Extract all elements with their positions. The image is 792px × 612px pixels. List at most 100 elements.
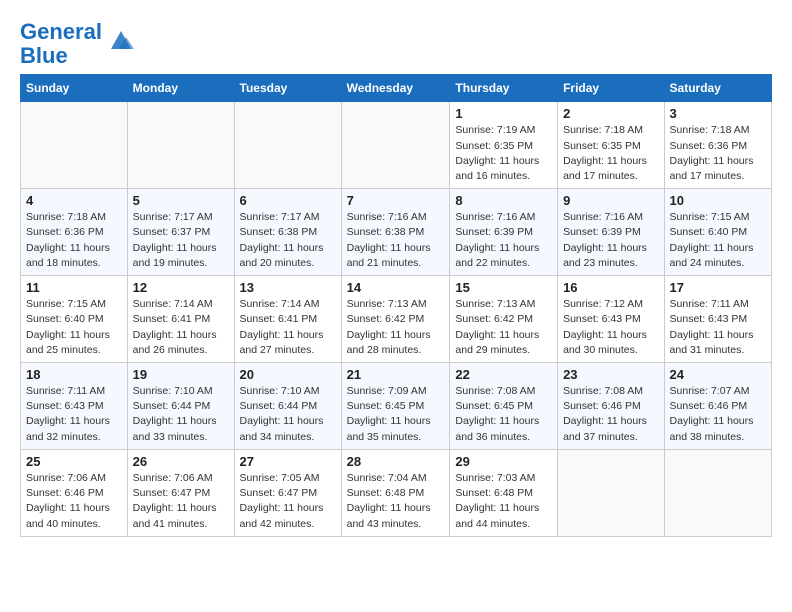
day-info: Sunrise: 7:12 AM Sunset: 6:43 PM Dayligh… bbox=[563, 297, 658, 358]
calendar-cell: 18Sunrise: 7:11 AM Sunset: 6:43 PM Dayli… bbox=[21, 363, 128, 450]
day-number: 28 bbox=[347, 454, 445, 469]
day-number: 1 bbox=[455, 106, 552, 121]
calendar-cell: 29 Sunrise: 7:03 AM Sunset: 6:48 PM Dayli… bbox=[450, 449, 558, 536]
calendar-cell: 27Sunrise: 7:05 AM Sunset: 6:47 PM Dayli… bbox=[234, 449, 341, 536]
calendar-cell bbox=[127, 102, 234, 189]
day-number: 12 bbox=[133, 280, 229, 295]
calendar-table: SundayMondayTuesdayWednesdayThursdayFrid… bbox=[20, 74, 772, 536]
calendar-week-row: 1 Sunrise: 7:19 AM Sunset: 6:35 PM Daylig… bbox=[21, 102, 772, 189]
day-of-week-header: Saturday bbox=[664, 75, 771, 102]
day-info: Sunrise: 7:06 AM Sunset: 6:46 PM Dayligh… bbox=[26, 471, 122, 532]
day-info: Sunrise: 7:09 AM Sunset: 6:45 PM Dayligh… bbox=[347, 384, 445, 445]
calendar-cell: 26Sunrise: 7:06 AM Sunset: 6:47 PM Dayli… bbox=[127, 449, 234, 536]
day-info: Sunrise: 7:11 AM Sunset: 6:43 PM Dayligh… bbox=[670, 297, 766, 358]
logo: General Blue bbox=[20, 20, 136, 68]
day-info: Sunrise: 7:18 AM Sunset: 6:36 PM Dayligh… bbox=[670, 123, 766, 184]
calendar-cell bbox=[234, 102, 341, 189]
day-of-week-header: Tuesday bbox=[234, 75, 341, 102]
day-info: Sunrise: 7:15 AM Sunset: 6:40 PM Dayligh… bbox=[670, 210, 766, 271]
day-of-week-header: Monday bbox=[127, 75, 234, 102]
calendar-cell: 19 Sunrise: 7:10 AM Sunset: 6:44 PM Dayli… bbox=[127, 363, 234, 450]
logo-icon bbox=[106, 27, 136, 53]
calendar-cell: 17 Sunrise: 7:11 AM Sunset: 6:43 PM Dayli… bbox=[664, 276, 771, 363]
day-info: Sunrise: 7:16 AM Sunset: 6:39 PM Dayligh… bbox=[455, 210, 552, 271]
day-info: Sunrise: 7:15 AM Sunset: 6:40 PM Dayligh… bbox=[26, 297, 122, 358]
day-info: Sunrise: 7:19 AM Sunset: 6:35 PM Dayligh… bbox=[455, 123, 552, 184]
day-of-week-header: Thursday bbox=[450, 75, 558, 102]
calendar-cell: 22 Sunrise: 7:08 AM Sunset: 6:45 PM Dayli… bbox=[450, 363, 558, 450]
calendar-cell: 11 Sunrise: 7:15 AM Sunset: 6:40 PM Dayli… bbox=[21, 276, 128, 363]
day-of-week-header: Sunday bbox=[21, 75, 128, 102]
day-info: Sunrise: 7:03 AM Sunset: 6:48 PM Dayligh… bbox=[455, 471, 552, 532]
day-number: 23 bbox=[563, 367, 658, 382]
calendar-cell: 16 Sunrise: 7:12 AM Sunset: 6:43 PM Dayli… bbox=[558, 276, 664, 363]
calendar-cell: 10Sunrise: 7:15 AM Sunset: 6:40 PM Dayli… bbox=[664, 189, 771, 276]
day-info: Sunrise: 7:05 AM Sunset: 6:47 PM Dayligh… bbox=[240, 471, 336, 532]
calendar-week-row: 25 Sunrise: 7:06 AM Sunset: 6:46 PM Dayli… bbox=[21, 449, 772, 536]
calendar-cell: 23 Sunrise: 7:08 AM Sunset: 6:46 PM Dayli… bbox=[558, 363, 664, 450]
day-number: 6 bbox=[240, 193, 336, 208]
day-info: Sunrise: 7:13 AM Sunset: 6:42 PM Dayligh… bbox=[347, 297, 445, 358]
day-info: Sunrise: 7:14 AM Sunset: 6:41 PM Dayligh… bbox=[240, 297, 336, 358]
day-number: 4 bbox=[26, 193, 122, 208]
day-info: Sunrise: 7:16 AM Sunset: 6:39 PM Dayligh… bbox=[563, 210, 658, 271]
day-info: Sunrise: 7:16 AM Sunset: 6:38 PM Dayligh… bbox=[347, 210, 445, 271]
calendar-week-row: 18Sunrise: 7:11 AM Sunset: 6:43 PM Dayli… bbox=[21, 363, 772, 450]
day-of-week-header: Friday bbox=[558, 75, 664, 102]
day-number: 24 bbox=[670, 367, 766, 382]
day-info: Sunrise: 7:14 AM Sunset: 6:41 PM Dayligh… bbox=[133, 297, 229, 358]
day-number: 22 bbox=[455, 367, 552, 382]
calendar-cell: 13 Sunrise: 7:14 AM Sunset: 6:41 PM Dayli… bbox=[234, 276, 341, 363]
day-info: Sunrise: 7:13 AM Sunset: 6:42 PM Dayligh… bbox=[455, 297, 552, 358]
day-info: Sunrise: 7:10 AM Sunset: 6:44 PM Dayligh… bbox=[240, 384, 336, 445]
day-info: Sunrise: 7:18 AM Sunset: 6:35 PM Dayligh… bbox=[563, 123, 658, 184]
calendar-cell: 24 Sunrise: 7:07 AM Sunset: 6:46 PM Dayli… bbox=[664, 363, 771, 450]
calendar-cell bbox=[664, 449, 771, 536]
day-number: 5 bbox=[133, 193, 229, 208]
day-number: 25 bbox=[26, 454, 122, 469]
day-number: 16 bbox=[563, 280, 658, 295]
day-info: Sunrise: 7:17 AM Sunset: 6:38 PM Dayligh… bbox=[240, 210, 336, 271]
day-number: 19 bbox=[133, 367, 229, 382]
day-info: Sunrise: 7:08 AM Sunset: 6:46 PM Dayligh… bbox=[563, 384, 658, 445]
day-info: Sunrise: 7:11 AM Sunset: 6:43 PM Dayligh… bbox=[26, 384, 122, 445]
calendar-cell: 9Sunrise: 7:16 AM Sunset: 6:39 PM Daylig… bbox=[558, 189, 664, 276]
day-number: 14 bbox=[347, 280, 445, 295]
day-info: Sunrise: 7:10 AM Sunset: 6:44 PM Dayligh… bbox=[133, 384, 229, 445]
day-number: 13 bbox=[240, 280, 336, 295]
day-info: Sunrise: 7:07 AM Sunset: 6:46 PM Dayligh… bbox=[670, 384, 766, 445]
day-number: 17 bbox=[670, 280, 766, 295]
calendar-header-row: SundayMondayTuesdayWednesdayThursdayFrid… bbox=[21, 75, 772, 102]
day-info: Sunrise: 7:04 AM Sunset: 6:48 PM Dayligh… bbox=[347, 471, 445, 532]
day-info: Sunrise: 7:08 AM Sunset: 6:45 PM Dayligh… bbox=[455, 384, 552, 445]
calendar-cell: 4Sunrise: 7:18 AM Sunset: 6:36 PM Daylig… bbox=[21, 189, 128, 276]
day-number: 7 bbox=[347, 193, 445, 208]
day-number: 11 bbox=[26, 280, 122, 295]
calendar-cell: 8Sunrise: 7:16 AM Sunset: 6:39 PM Daylig… bbox=[450, 189, 558, 276]
calendar-cell: 7 Sunrise: 7:16 AM Sunset: 6:38 PM Daylig… bbox=[341, 189, 450, 276]
calendar-week-row: 11 Sunrise: 7:15 AM Sunset: 6:40 PM Dayli… bbox=[21, 276, 772, 363]
logo-blue: Blue bbox=[20, 43, 68, 68]
calendar-cell bbox=[21, 102, 128, 189]
day-number: 29 bbox=[455, 454, 552, 469]
calendar-cell: 25 Sunrise: 7:06 AM Sunset: 6:46 PM Dayli… bbox=[21, 449, 128, 536]
calendar-cell: 2 Sunrise: 7:18 AM Sunset: 6:35 PM Daylig… bbox=[558, 102, 664, 189]
calendar-cell: 15 Sunrise: 7:13 AM Sunset: 6:42 PM Dayli… bbox=[450, 276, 558, 363]
calendar-cell: 3Sunrise: 7:18 AM Sunset: 6:36 PM Daylig… bbox=[664, 102, 771, 189]
day-number: 2 bbox=[563, 106, 658, 121]
calendar-cell: 21 Sunrise: 7:09 AM Sunset: 6:45 PM Dayli… bbox=[341, 363, 450, 450]
calendar-cell: 12 Sunrise: 7:14 AM Sunset: 6:41 PM Dayli… bbox=[127, 276, 234, 363]
calendar-week-row: 4Sunrise: 7:18 AM Sunset: 6:36 PM Daylig… bbox=[21, 189, 772, 276]
day-of-week-header: Wednesday bbox=[341, 75, 450, 102]
calendar-cell: 1 Sunrise: 7:19 AM Sunset: 6:35 PM Daylig… bbox=[450, 102, 558, 189]
day-number: 21 bbox=[347, 367, 445, 382]
logo-text: General Blue bbox=[20, 20, 102, 68]
day-info: Sunrise: 7:17 AM Sunset: 6:37 PM Dayligh… bbox=[133, 210, 229, 271]
day-number: 15 bbox=[455, 280, 552, 295]
day-info: Sunrise: 7:06 AM Sunset: 6:47 PM Dayligh… bbox=[133, 471, 229, 532]
header: General Blue bbox=[20, 16, 772, 68]
day-number: 20 bbox=[240, 367, 336, 382]
calendar-cell bbox=[341, 102, 450, 189]
calendar-cell: 28 Sunrise: 7:04 AM Sunset: 6:48 PM Dayli… bbox=[341, 449, 450, 536]
calendar-cell: 14 Sunrise: 7:13 AM Sunset: 6:42 PM Dayli… bbox=[341, 276, 450, 363]
